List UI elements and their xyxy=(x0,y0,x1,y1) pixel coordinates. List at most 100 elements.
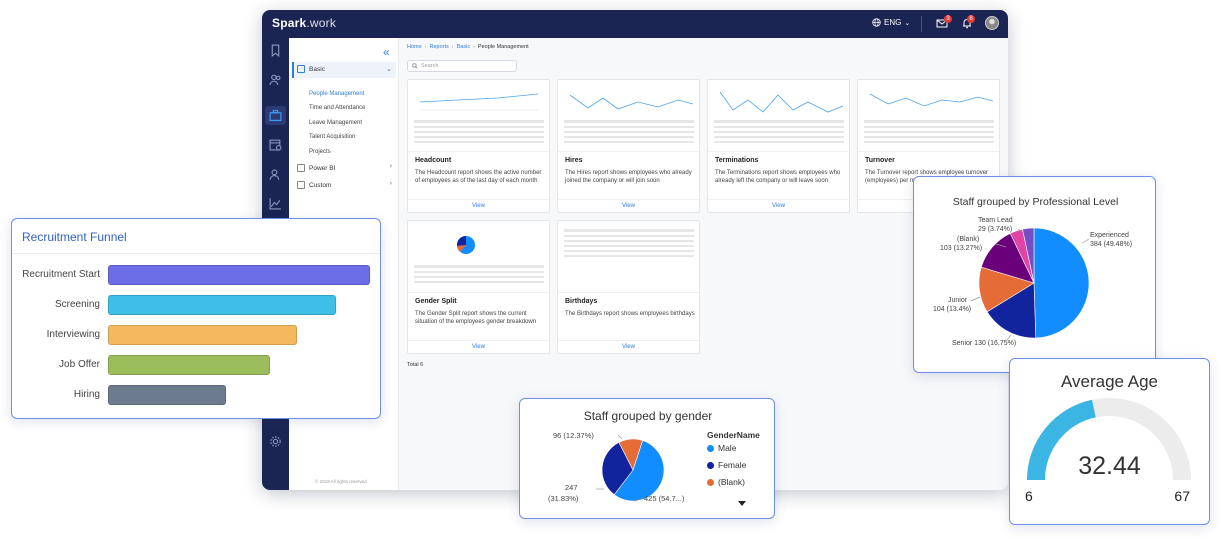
nav-section-power-bi[interactable]: Power BI xyxy=(297,164,335,172)
people-icon[interactable] xyxy=(269,73,282,86)
leader-line xyxy=(970,296,981,302)
report-card-headcount[interactable]: Headcount The Headcount report shows the… xyxy=(407,79,550,213)
breadcrumb-home[interactable]: Home xyxy=(407,44,422,50)
funnel-stage-label: Hiring xyxy=(73,389,100,400)
card-title: Birthdays xyxy=(565,298,598,305)
nav-section-label: Power BI xyxy=(309,164,336,172)
legend-item-blank[interactable]: (Blank) xyxy=(707,477,745,487)
chevron-right-icon[interactable]: › xyxy=(390,180,392,187)
chevron-right-icon[interactable]: › xyxy=(390,163,392,170)
funnel-bar[interactable] xyxy=(108,265,370,285)
nav-section-custom[interactable]: Custom xyxy=(297,181,331,189)
brand-logo[interactable]: Spark.work xyxy=(272,16,336,30)
pie-slice[interactable] xyxy=(1033,227,1090,339)
label-line: Junior xyxy=(948,297,968,304)
breadcrumb-reports[interactable]: Reports xyxy=(430,44,449,50)
card-view-link[interactable]: View xyxy=(408,340,549,353)
slice-label-experienced: Experienced 384 (49.48%) xyxy=(1090,231,1132,249)
legend-scroll-down-icon[interactable] xyxy=(738,501,746,506)
card-view-link[interactable]: View xyxy=(408,199,549,212)
report-card-gender-split[interactable]: Gender Split The Gender Split report sho… xyxy=(407,220,550,354)
average-age-panel: Average Age 32.44 6 67 xyxy=(1009,358,1210,525)
legend-item-female[interactable]: Female xyxy=(707,460,746,470)
slice-label-female-pct: (31.83%) xyxy=(548,494,579,503)
breadcrumb-separator: › xyxy=(473,44,475,50)
funnel-stage-label: Interviewing xyxy=(46,329,100,340)
breadcrumb-current: People Management xyxy=(477,44,529,50)
report-thumbnail xyxy=(858,80,999,152)
funnel-bar[interactable] xyxy=(108,355,270,375)
nav-item-time-attendance[interactable]: Time and Attendance xyxy=(309,105,365,111)
search-placeholder: Search xyxy=(421,63,439,69)
total-count: Total 6 xyxy=(407,362,424,368)
topbar-divider xyxy=(921,16,922,32)
professional-level-panel: Staff grouped by Professional Level Team… xyxy=(913,176,1156,373)
gear-icon[interactable] xyxy=(269,435,282,448)
breadcrumb-basic[interactable]: Basic xyxy=(457,44,470,50)
report-thumbnail xyxy=(708,80,849,152)
label-line: 103 (13.27%) xyxy=(940,245,983,252)
thumbnail-line-table xyxy=(564,94,694,143)
card-description: The Headcount report shows the active nu… xyxy=(415,170,542,184)
slice-label-female-count: 247 xyxy=(565,483,578,492)
label-line: Experienced xyxy=(1090,232,1129,239)
funnel-bar[interactable] xyxy=(108,325,297,345)
report-card-birthdays[interactable]: Birthdays The Birthdays report shows emp… xyxy=(557,220,700,354)
thumbnail-pie-table xyxy=(414,235,544,283)
professional-level-pie xyxy=(970,227,1090,341)
funnel-bar[interactable] xyxy=(108,295,336,315)
legend-label: Female xyxy=(718,460,747,470)
thumbnail-table xyxy=(564,229,694,257)
card-title: Gender Split xyxy=(415,298,457,305)
slice-label-junior: Junior 104 (13.4%) xyxy=(933,296,971,314)
collapse-sidebar-icon[interactable]: « xyxy=(383,45,390,59)
language-selector[interactable]: ENG ⌄ xyxy=(872,18,910,27)
nav-section-basic[interactable]: Basic xyxy=(297,65,325,73)
bookmark-icon[interactable] xyxy=(269,44,282,57)
thumbnail-line-table xyxy=(714,91,844,143)
nav-section-label: Custom xyxy=(309,181,332,189)
card-view-link[interactable]: View xyxy=(708,199,849,212)
label-line: 104 (13.4%) xyxy=(933,306,972,313)
report-thumbnail xyxy=(408,221,549,293)
chevron-down-icon: ⌄ xyxy=(904,19,911,27)
briefcase-icon[interactable] xyxy=(269,109,282,122)
card-title: Turnover xyxy=(865,157,895,164)
nav-item-talent-acquisition[interactable]: Talent Acquisition xyxy=(309,134,355,140)
leader-line xyxy=(617,434,623,440)
divider xyxy=(12,253,380,254)
legend-dot xyxy=(707,444,714,452)
thumbnail-line-table xyxy=(414,93,544,143)
nav-item-people-management[interactable]: People Management xyxy=(309,91,364,97)
search-input[interactable]: Search xyxy=(407,60,517,72)
report-card-hires[interactable]: Hires The Hires report shows employees w… xyxy=(557,79,700,213)
chart-line-icon[interactable] xyxy=(269,197,282,210)
globe-icon xyxy=(872,18,881,27)
breadcrumb-separator: › xyxy=(424,44,427,50)
breadcrumb-separator: › xyxy=(451,44,454,50)
card-description: The Terminations report shows employees … xyxy=(715,170,841,184)
label-line: Team Lead xyxy=(978,217,1013,224)
breadcrumb: Home › Reports › Basic › People Management xyxy=(407,44,529,50)
nav-item-leave-management[interactable]: Leave Management xyxy=(309,120,362,126)
card-view-link[interactable]: View xyxy=(558,199,699,212)
report-card-terminations[interactable]: Terminations The Terminations report sho… xyxy=(707,79,850,213)
top-bar: Spark.work ENG ⌄ 3 8 xyxy=(262,10,1008,38)
calendar-clock-icon[interactable] xyxy=(269,138,282,151)
card-description: The Hires report shows employees who alr… xyxy=(565,170,692,184)
card-view-link[interactable]: View xyxy=(558,340,699,353)
funnel-bar[interactable] xyxy=(108,385,226,405)
nav-item-projects[interactable]: Projects xyxy=(309,149,331,155)
thumbnail-line-table xyxy=(864,93,994,143)
legend-item-male[interactable]: Male xyxy=(707,443,736,453)
avatar[interactable] xyxy=(985,16,999,30)
legend-title: GenderName xyxy=(707,430,760,440)
chevron-down-icon[interactable]: ⌄ xyxy=(386,65,392,73)
user-search-icon[interactable] xyxy=(269,168,282,181)
legend-label: (Blank) xyxy=(718,477,745,487)
report-icon xyxy=(297,181,305,189)
card-title: Headcount xyxy=(415,157,452,164)
slice-label-senior: Senior 130 (16.75%) xyxy=(952,340,1017,347)
gauge-value: 32.44 xyxy=(1078,452,1141,480)
nav-section-label: Basic xyxy=(309,65,325,73)
